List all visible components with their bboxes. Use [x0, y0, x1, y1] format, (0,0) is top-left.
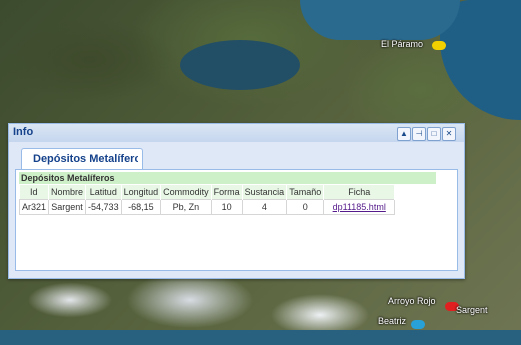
col-forma: Forma	[211, 185, 243, 200]
label-arroyo-rojo: Arroyo Rojo	[388, 296, 436, 306]
yellow-marker-icon[interactable]	[432, 41, 446, 50]
label-beatriz: Beatriz	[378, 316, 407, 326]
cell-sustancia: 4	[241, 199, 288, 215]
cell-ficha: dp11185.html	[323, 199, 396, 215]
tab-strip: Depósitos Metalíferos	[15, 148, 458, 170]
cell-latitud: -54,733	[85, 199, 122, 215]
info-window-title: Info	[13, 126, 34, 138]
col-id: Id	[19, 185, 50, 200]
lake-area	[180, 40, 300, 90]
cell-commodity: Pb, Zn	[160, 199, 212, 215]
cell-forma: 10	[210, 199, 243, 215]
deposits-table: Id Nombre Latitud Longitud Commodity For…	[18, 185, 396, 215]
ficha-link[interactable]: dp11185.html	[333, 202, 386, 212]
cell-tamano: 0	[286, 199, 325, 215]
info-window-header[interactable]: Info ▲ ⊣ □ ✕	[9, 124, 464, 142]
pin-icon[interactable]: ⊣	[412, 127, 426, 141]
tab-panel: Depósitos Metalíferos Id Nombre Latitud …	[15, 170, 458, 271]
up-icon[interactable]: ▲	[397, 127, 411, 141]
maximize-icon[interactable]: □	[427, 127, 441, 141]
col-latitud: Latitud	[85, 185, 122, 200]
info-window[interactable]: Info ▲ ⊣ □ ✕ Depósitos Metalíferos Depós…	[8, 123, 465, 279]
sea-area	[300, 0, 460, 40]
cell-nombre: Sargent	[48, 199, 87, 215]
table-row: Ar321 Sargent -54,733 -68,15 Pb, Zn 10 4…	[18, 199, 396, 215]
close-icon[interactable]: ✕	[442, 127, 456, 141]
channel-area	[0, 330, 521, 345]
col-longitud: Longitud	[121, 185, 162, 200]
tab-label: Depósitos Metalíferos	[33, 153, 138, 165]
col-nombre: Nombre	[48, 185, 87, 200]
cell-id: Ar321	[18, 199, 50, 215]
label-el-paramo: El Páramo	[381, 39, 424, 49]
col-tamano: Tamaño	[286, 185, 325, 200]
panel-heading: Depósitos Metalíferos	[19, 172, 436, 184]
col-sustancia: Sustancia	[242, 185, 288, 200]
blue-marker-icon[interactable]	[411, 320, 425, 329]
col-commodity: Commodity	[160, 185, 212, 200]
cell-longitud: -68,15	[120, 199, 162, 215]
col-ficha: Ficha	[323, 185, 396, 200]
label-sargent: Sargent	[456, 305, 488, 315]
tab-depositos-metaliferos[interactable]: Depósitos Metalíferos	[21, 148, 143, 169]
